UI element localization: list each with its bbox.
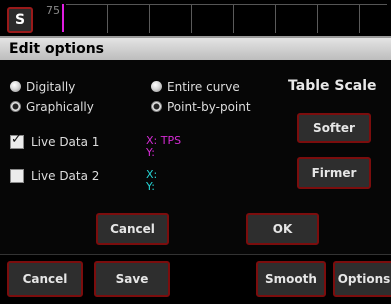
options-button[interactable]: Options	[333, 261, 391, 297]
cursor-marker	[62, 4, 64, 32]
radio-label: Entire curve	[167, 80, 240, 94]
live-data-1-readout: X: TPS Y:	[146, 135, 181, 159]
table-scale-heading: Table Scale	[288, 78, 377, 94]
dialog-title: Edit options	[0, 38, 391, 60]
checkbox-label: Live Data 1	[31, 135, 100, 149]
radio-icon	[151, 81, 162, 92]
top-value: 75	[46, 4, 60, 17]
live-data-1-y: Y:	[146, 146, 155, 159]
radio-point-by-point[interactable]: Point-by-point	[151, 100, 251, 114]
radio-icon	[10, 81, 21, 92]
smooth-button[interactable]: Smooth	[256, 261, 326, 297]
live-data-2-readout: X: Y:	[146, 169, 157, 193]
checkbox-checked-icon: ✓	[10, 132, 24, 149]
firmer-button[interactable]: Firmer	[297, 157, 371, 189]
s-badge[interactable]: S	[7, 7, 33, 33]
edit-options-dialog: Edit options Digitally Graphically Entir…	[0, 36, 391, 256]
radio-selected-icon	[10, 101, 21, 112]
checkbox-live-data-2[interactable]: Live Data 2	[10, 169, 99, 183]
checkbox-unchecked-icon	[10, 169, 24, 183]
dialog-cancel-button[interactable]: Cancel	[96, 213, 169, 245]
graph-header: S 75	[0, 0, 391, 36]
graph-grid	[66, 4, 387, 33]
radio-graphically[interactable]: Graphically	[10, 100, 94, 114]
cancel-button[interactable]: Cancel	[7, 261, 83, 297]
radio-label: Digitally	[26, 80, 76, 94]
save-button[interactable]: Save	[94, 261, 170, 297]
live-data-2-y: Y:	[146, 180, 155, 193]
softer-button[interactable]: Softer	[297, 113, 371, 143]
radio-label: Graphically	[26, 100, 94, 114]
dialog-ok-button[interactable]: OK	[246, 213, 319, 245]
checkbox-label: Live Data 2	[31, 169, 100, 183]
radio-digitally[interactable]: Digitally	[10, 80, 75, 94]
checkbox-live-data-1[interactable]: ✓ Live Data 1	[10, 132, 100, 149]
bottom-toolbar: Cancel Save Smooth Options	[0, 254, 391, 304]
radio-selected-icon	[151, 101, 162, 112]
radio-label: Point-by-point	[167, 100, 251, 114]
radio-entire-curve[interactable]: Entire curve	[151, 80, 240, 94]
